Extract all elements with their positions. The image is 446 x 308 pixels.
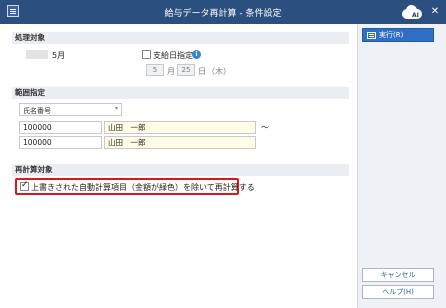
info-icon[interactable]: i xyxy=(192,50,201,59)
payday-label: 支給日指定 xyxy=(153,51,193,60)
month-gray-box xyxy=(26,50,48,59)
range-dropdown[interactable]: 氏名番号 ▾ xyxy=(19,103,122,116)
date-month-box: 5 xyxy=(146,64,164,76)
exclude-label: 上書きされた自動計算項目（金額が緑色）を除いて再計算する xyxy=(31,183,255,192)
execute-button[interactable]: 実行(R) xyxy=(362,28,434,42)
cancel-button[interactable]: キャンセル xyxy=(362,268,434,282)
range-tilde: ～ xyxy=(261,123,269,132)
close-icon[interactable]: ✕ xyxy=(429,6,441,18)
right-pane xyxy=(357,24,446,308)
section-header-range: 範囲指定 xyxy=(12,87,349,99)
title-bar: 給与データ再計算 - 条件設定 AI ✕ xyxy=(0,0,446,24)
payday-checkbox[interactable] xyxy=(142,50,151,59)
from-code-input[interactable]: 100000 xyxy=(19,121,102,134)
section-header-target: 処理対象 xyxy=(12,32,349,44)
date-day-unit: 日 xyxy=(198,67,206,76)
date-month-unit: 月 xyxy=(167,67,175,76)
date-weekday: （木） xyxy=(207,67,231,76)
help-button[interactable]: ヘルプ(H) xyxy=(362,285,434,299)
target-month: 5月 xyxy=(52,51,66,60)
date-day-box: 25 xyxy=(177,64,195,76)
to-name-field: 山田 一郎 xyxy=(104,136,256,149)
from-name-field: 山田 一郎 xyxy=(104,121,256,134)
range-dropdown-value: 氏名番号 xyxy=(23,107,51,115)
exclude-checkbox[interactable] xyxy=(20,180,29,191)
section-header-recalc: 再計算対象 xyxy=(12,164,349,176)
to-code-input[interactable]: 100000 xyxy=(19,136,102,149)
execute-icon xyxy=(367,32,376,39)
window-title: 給与データ再計算 - 条件設定 xyxy=(164,9,282,19)
chevron-down-icon: ▾ xyxy=(114,105,118,112)
cloud-ai-icon[interactable]: AI xyxy=(399,3,425,21)
execute-label: 実行(R) xyxy=(379,31,404,39)
